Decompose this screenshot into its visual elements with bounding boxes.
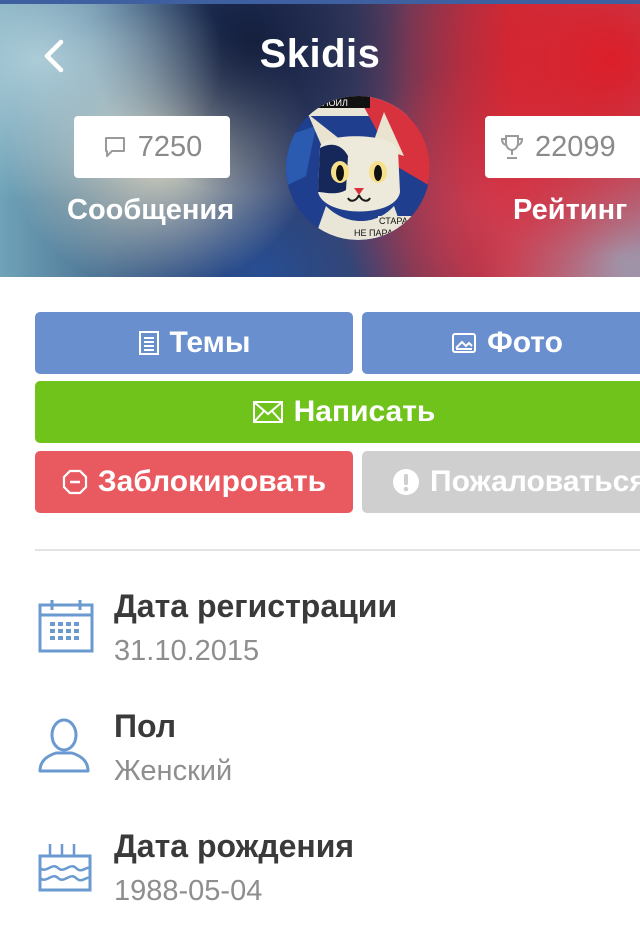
speech-bubble-icon <box>104 137 125 157</box>
messages-label: Сообщения <box>67 194 235 226</box>
birthdate-title: Дата рождения <box>114 828 355 864</box>
block-user-button[interactable]: Заблокировать <box>35 451 353 513</box>
envelope-icon <box>252 401 283 423</box>
image-icon <box>452 333 477 353</box>
rating-label: Рейтинг <box>513 194 628 226</box>
write-message-label: Написать <box>293 395 436 428</box>
trophy-icon <box>500 135 524 159</box>
registration-date-value: 31.10.2015 <box>114 635 260 667</box>
messages-count: 7250 <box>137 130 203 163</box>
avatar-caption-top: АНОИЛ <box>316 98 348 108</box>
rating-count-box[interactable]: 22099 <box>485 116 640 178</box>
block-octagon-icon <box>62 469 87 495</box>
report-user-label: Пожаловаться <box>430 465 640 498</box>
document-list-icon <box>138 331 159 355</box>
topics-button[interactable]: Темы <box>35 312 353 374</box>
messages-count-box[interactable]: 7250 <box>74 116 230 178</box>
section-divider <box>35 549 640 551</box>
write-message-button[interactable]: Написать <box>35 381 640 443</box>
topics-button-label: Темы <box>169 326 251 359</box>
photo-button[interactable]: Фото <box>362 312 640 374</box>
birthdate-value: 1988-05-04 <box>114 875 263 907</box>
gender-title: Пол <box>114 708 177 744</box>
calendar-icon <box>38 600 94 653</box>
exclamation-circle-icon <box>393 469 419 495</box>
profile-header: Skidis 7250 Сообщения 22099 Рейтинг АНОИ… <box>0 0 640 277</box>
birthday-cake-icon <box>38 844 92 892</box>
report-user-button[interactable]: Пожаловаться <box>362 451 640 513</box>
rating-count: 22099 <box>535 130 616 163</box>
registration-date-title: Дата регистрации <box>114 588 398 624</box>
block-user-label: Заблокировать <box>97 465 327 498</box>
cat-avatar-image: АНОИЛ СТАРА НЕ ПАРА <box>286 96 430 240</box>
profile-username: Skidis <box>259 32 381 76</box>
avatar[interactable]: АНОИЛ СТАРА НЕ ПАРА <box>286 96 430 240</box>
avatar-caption-bottom1: СТАРА <box>379 216 408 226</box>
avatar-caption-bottom2: НЕ ПАРА <box>354 228 393 238</box>
photo-button-label: Фото <box>487 326 563 359</box>
person-icon <box>38 718 90 773</box>
gender-value: Женский <box>114 755 233 787</box>
